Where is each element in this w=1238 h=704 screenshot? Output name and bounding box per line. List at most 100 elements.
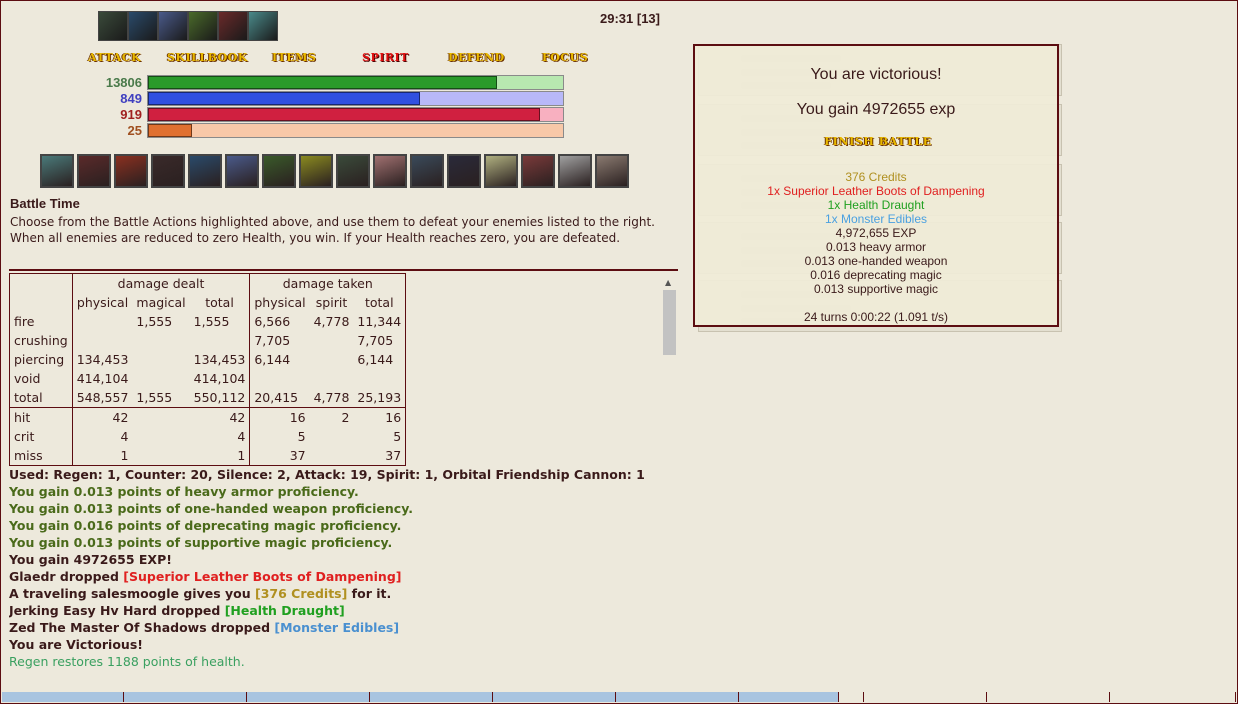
log-used: Used: Regen: 1, Counter: 20, Silence: 2,…: [9, 467, 645, 482]
skill-16-icon[interactable]: [595, 154, 629, 188]
skill-13-icon[interactable]: [484, 154, 518, 188]
stats-cell: 4,778: [313, 390, 350, 405]
skill-4-icon[interactable]: [151, 154, 185, 188]
stats-cell: 37: [249, 446, 310, 466]
stats-cell: 1: [189, 446, 251, 466]
skill-9-icon[interactable]: [336, 154, 370, 188]
stats-row-label: crushing: [9, 331, 73, 350]
magic-value: 849: [120, 91, 142, 106]
finish-battle-button[interactable]: FINISH BATTLE: [813, 135, 943, 151]
skill-5-icon[interactable]: [188, 154, 222, 188]
col-header: total: [353, 293, 407, 312]
spirit-value: 919: [120, 107, 142, 122]
stats-row: total 548,557 1,555 550,112 20,415 4,778 25,19…: [9, 388, 407, 408]
skill-3-icon[interactable]: [114, 154, 148, 188]
stats-cell: [310, 369, 354, 388]
victory-dialog: You are victorious! You gain 4972655 exp…: [693, 44, 1059, 327]
turn-summary: 24 turns 0:00:22 (1.091 t/s): [803, 310, 949, 324]
stats-cell: [250, 369, 310, 388]
stats-row-label: piercing: [9, 350, 73, 369]
loot-item: 376 Credits: [845, 170, 907, 184]
stats-cell: 6,144: [254, 352, 291, 367]
skill-12-icon[interactable]: [447, 154, 481, 188]
drop-item[interactable]: [Monster Edibles]: [274, 620, 399, 635]
effect-3-icon[interactable]: [158, 11, 188, 41]
stats-cell: 2: [309, 407, 354, 427]
bottom-bar-segment: [1110, 692, 1236, 702]
stats-row: fire 1,555 1,555 6,566 4,778 11,344: [9, 312, 407, 331]
effect-4-icon[interactable]: [188, 11, 218, 41]
drop-item[interactable]: [Health Draught]: [225, 603, 345, 618]
spirit-button[interactable]: SPIRIT: [362, 50, 409, 66]
stats-cell: [72, 312, 132, 331]
log-proficiency: You gain 0.016 points of deprecating mag…: [9, 518, 402, 533]
effect-2-icon[interactable]: [128, 11, 158, 41]
divider: [9, 269, 678, 271]
stats-cell: 42: [72, 407, 133, 427]
stats-cell: 1,555: [136, 390, 173, 405]
bottom-bar-segment: [370, 692, 493, 702]
loot-item: 4,972,655 EXP: [835, 226, 917, 240]
stats-row-label: crit: [9, 427, 73, 446]
bottom-bar-segment: [616, 692, 739, 702]
col-header: physical: [254, 295, 306, 310]
skill-10-icon[interactable]: [373, 154, 407, 188]
loot-list: 376 Credits 1x Superior Leather Boots of …: [695, 170, 1057, 296]
loot-item: 0.013 supportive magic: [813, 282, 939, 296]
stats-cell: 1,555: [136, 314, 173, 329]
stats-cell: [310, 427, 354, 446]
stats-cell: [189, 331, 251, 350]
skillbook-button[interactable]: SKILLBOOK: [167, 50, 248, 66]
stats-cell: 1: [72, 446, 133, 466]
effect-5-icon[interactable]: [218, 11, 248, 41]
loot-item: 0.013 one-handed weapon: [804, 254, 948, 268]
stats-cell: 548,557: [76, 390, 129, 405]
stats-cell: [132, 350, 189, 369]
col-header: spirit: [315, 295, 348, 310]
effect-6-icon[interactable]: [248, 11, 278, 41]
loot-item: 0.013 heavy armor: [825, 240, 927, 254]
health-value: 13806: [105, 75, 142, 90]
skill-6-icon[interactable]: [225, 154, 259, 188]
skill-7-icon[interactable]: [262, 154, 296, 188]
skill-2-icon[interactable]: [77, 154, 111, 188]
skill-14-icon[interactable]: [521, 154, 555, 188]
skill-11-icon[interactable]: [410, 154, 444, 188]
stats-cell: 42: [189, 407, 251, 427]
attack-button[interactable]: ATTACK: [88, 50, 141, 66]
sales-text: A traveling salesmoogle gives you: [9, 586, 255, 601]
battle-log[interactable]: damage dealt damage taken physical magic…: [9, 272, 661, 674]
skill-8-icon[interactable]: [299, 154, 333, 188]
log-salesmoogle: A traveling salesmoogle gives you [376 C…: [9, 585, 661, 602]
spirit-bar: [147, 107, 564, 122]
stats-cell: 5: [297, 429, 306, 444]
battle-title: Battle Time: [10, 196, 80, 211]
scrollbar-thumb[interactable]: [663, 290, 676, 355]
stats-row: crushing 7,705 7,705: [9, 331, 407, 350]
stats-cell: 4: [189, 427, 251, 446]
scroll-up-icon[interactable]: ▲: [665, 278, 671, 287]
log-proficiency: You gain 0.013 points of supportive magi…: [9, 535, 393, 550]
bottom-bar-segment: [987, 692, 1110, 702]
skill-1-icon[interactable]: [40, 154, 74, 188]
bottom-bar-segment: [2, 692, 124, 702]
focus-button[interactable]: FOCUS: [542, 50, 588, 66]
defend-button[interactable]: DEFEND: [448, 50, 505, 66]
stats-cell: 37: [353, 446, 407, 466]
stats-row: miss 1 1 37 37: [9, 446, 407, 466]
damage-dealt-header: damage dealt: [72, 273, 251, 293]
bottom-bar-segment: [739, 692, 839, 702]
drop-item[interactable]: [Superior Leather Boots of Dampening]: [123, 569, 401, 584]
sales-text-end: for it.: [347, 586, 392, 601]
stats-cell: 7,705: [254, 333, 291, 348]
loot-item: 1x Health Draught: [827, 198, 925, 212]
overcharge-fill: [148, 124, 192, 137]
log-victorious: You are Victorious!: [9, 637, 143, 652]
skill-15-icon[interactable]: [558, 154, 592, 188]
health-fill: [148, 76, 497, 89]
effect-1-icon[interactable]: [98, 11, 128, 41]
items-button[interactable]: ITEMS: [272, 50, 316, 66]
stats-cell: 1,555: [189, 312, 251, 331]
log-exp: You gain 4972655 EXP!: [9, 552, 172, 567]
log-scrollbar[interactable]: ▲: [662, 276, 677, 674]
